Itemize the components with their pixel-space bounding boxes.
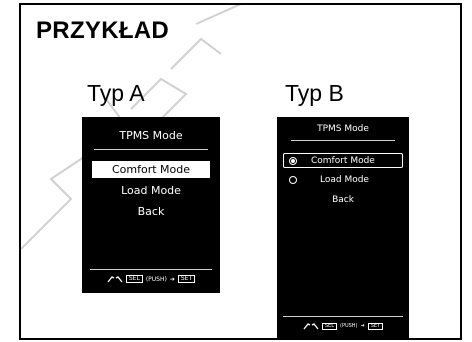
- type-b-sel-key: SEL: [321, 322, 337, 330]
- example-frame: PRZYKŁAD Typ A TPMS Mode Comfort Mode Lo…: [19, 3, 462, 340]
- type-b-menu-item-comfort[interactable]: Comfort Mode: [283, 153, 403, 168]
- type-a-menu-item-back[interactable]: Back: [92, 204, 210, 220]
- type-b-arrow-icon: ➜: [360, 323, 365, 329]
- example-heading: PRZYKŁAD: [36, 17, 170, 44]
- type-b-label: Typ B: [285, 80, 344, 106]
- type-a-menu-item-comfort[interactable]: Comfort Mode: [92, 161, 210, 178]
- type-b-screen-title: TPMS Mode: [317, 124, 369, 134]
- type-a-arrow-icon: ➜: [169, 275, 175, 283]
- type-b-menu-item-back[interactable]: Back: [283, 194, 403, 206]
- type-a-label: Typ A: [87, 80, 145, 106]
- type-b-menu-item-load[interactable]: Load Mode: [283, 173, 403, 188]
- type-a-screen: TPMS Mode Comfort Mode Load Mode Back SE…: [82, 117, 220, 293]
- type-b-footer-divider: [283, 316, 403, 317]
- type-a-title-divider: [94, 149, 208, 150]
- rotate-knob-icon: [107, 276, 123, 283]
- type-a-menu-item-load[interactable]: Load Mode: [92, 183, 210, 199]
- type-b-title-divider: [291, 140, 395, 141]
- radio-unselected-icon: [289, 176, 297, 184]
- type-a-sel-key: SEL: [125, 275, 143, 283]
- type-a-screen-title: TPMS Mode: [119, 129, 183, 142]
- type-a-footer-divider: [90, 269, 212, 270]
- type-b-footer: SEL (PUSH) ➜ SET: [277, 322, 409, 330]
- type-a-push-label: (PUSH): [145, 275, 167, 283]
- type-b-push-label: (PUSH): [340, 323, 358, 329]
- type-a-set-key: SET: [177, 275, 196, 283]
- type-b-menu-item-load-label: Load Mode: [320, 175, 369, 185]
- type-b-menu-item-comfort-label: Comfort Mode: [311, 156, 375, 166]
- radio-selected-icon: [289, 157, 297, 165]
- type-a-footer: SEL (PUSH) ➜ SET: [82, 275, 220, 283]
- type-b-screen: TPMS Mode Comfort Mode Load Mode Back SE…: [277, 117, 409, 338]
- rotate-knob-icon: [303, 323, 319, 330]
- type-b-set-key: SET: [367, 322, 384, 330]
